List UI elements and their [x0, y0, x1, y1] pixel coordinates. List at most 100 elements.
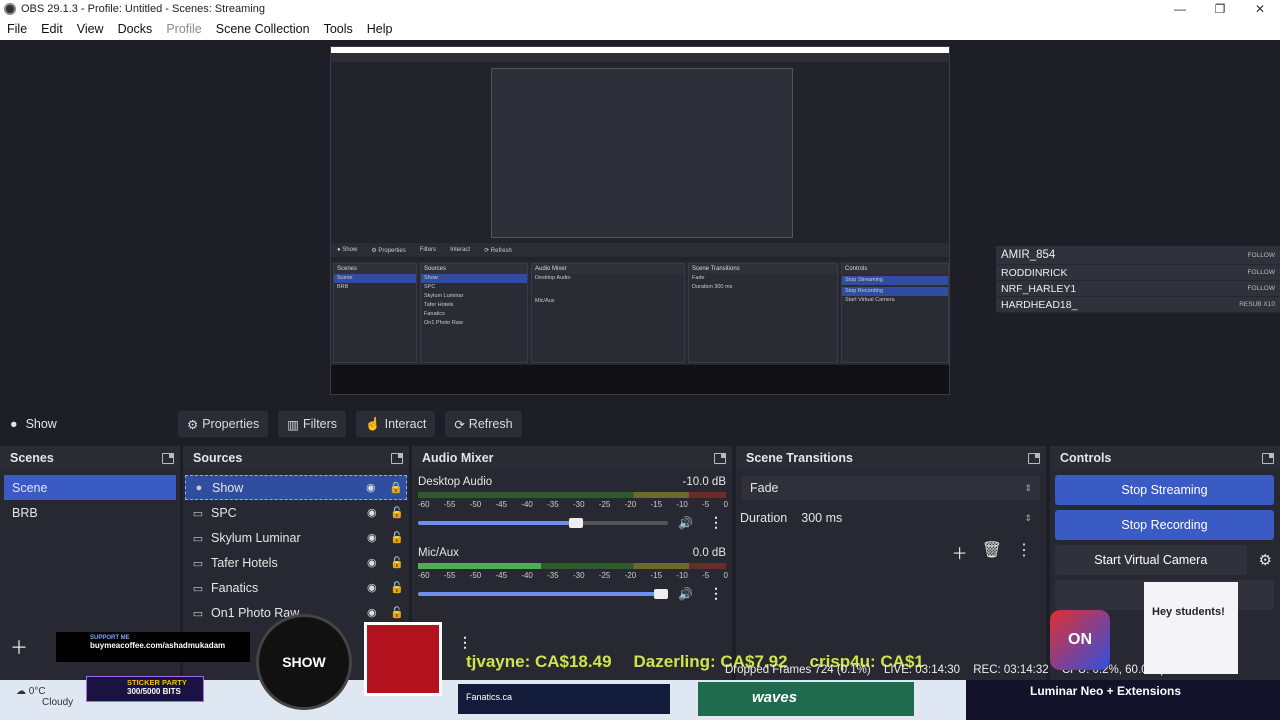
gear-icon[interactable]: ⚙ [1259, 551, 1272, 569]
menu-help[interactable]: Help [360, 22, 400, 36]
transitions-title: Scene Transitions [746, 451, 853, 465]
spin-arrows-icon[interactable]: ⇕ [1024, 513, 1032, 524]
scene-transitions-dock: Scene Transitions Fade ⇕ Duration 300 ms ⇕… [736, 446, 1046, 686]
source-item[interactable]: ▭ SPC ◉ 🔓 [185, 500, 407, 525]
minimize-button[interactable]: — [1160, 2, 1200, 16]
more-options-icon[interactable]: ⋮ [1016, 540, 1032, 564]
stop-recording-button[interactable]: Stop Recording [1055, 510, 1274, 540]
lock-icon[interactable]: 🔓 [390, 556, 404, 569]
source-toolbar: ● Show ⚙ Properties ▥ Filters ☝ Interact ⟳ R… [0, 408, 1280, 440]
menu-profile[interactable]: Profile [159, 22, 208, 36]
luminar-ad: Luminar Neo + Extensions [966, 680, 1280, 720]
more-options-icon[interactable]: ⋮ [458, 634, 472, 651]
speaker-icon[interactable]: 🔊 [678, 516, 693, 530]
volume-meter [418, 563, 726, 569]
menu-docks[interactable]: Docks [111, 22, 160, 36]
nested-canvas [491, 68, 793, 238]
transition-select[interactable]: Fade ⇕ [742, 476, 1040, 500]
scene-item[interactable]: BRB [4, 500, 176, 525]
close-button[interactable]: ✕ [1240, 2, 1280, 16]
channel-db: -10.0 dB [682, 476, 726, 488]
refresh-button[interactable]: ⟳ Refresh [445, 411, 522, 437]
slider-knob[interactable] [654, 588, 668, 599]
support-banner: SUPPORT ME buymeacoffee.com/ashadmukadam [56, 632, 250, 662]
promo-card: Hey students! [1144, 582, 1238, 674]
image-source-icon: ▭ [192, 532, 204, 545]
filters-button[interactable]: ▥ Filters [278, 411, 347, 437]
lock-icon[interactable]: 🔓 [390, 506, 404, 519]
lock-icon[interactable]: 🔓 [390, 581, 404, 594]
menu-file[interactable]: File [0, 22, 34, 36]
volume-meter [418, 492, 726, 498]
volume-slider[interactable] [418, 588, 668, 599]
filter-icon: ▥ [287, 417, 300, 432]
controls-title: Controls [1060, 451, 1112, 465]
stop-streaming-button[interactable]: Stop Streaming [1055, 475, 1274, 505]
sources-title: Sources [193, 451, 243, 465]
add-scene-icon[interactable]: ＋ [10, 634, 28, 660]
image-source-icon: ▭ [192, 582, 204, 595]
visibility-icon[interactable]: ◉ [367, 531, 380, 544]
nested-preview: ● Show ⚙ Properties Filters Interact ⟳ Refre… [330, 46, 950, 395]
visibility-icon[interactable]: ◉ [367, 581, 380, 594]
properties-button[interactable]: ⚙ Properties [178, 411, 269, 437]
slider-knob[interactable] [569, 517, 583, 528]
speaker-icon[interactable]: 🔊 [678, 587, 693, 601]
live-time: LIVE: 03:14:30 [883, 664, 961, 676]
browser-source-icon: ● [195, 481, 203, 494]
menu-scene-collection[interactable]: Scene Collection [209, 22, 317, 36]
more-options-icon[interactable]: ⋮ [709, 585, 723, 602]
menu-bar: File Edit View Docks Profile Scene Colle… [0, 18, 1280, 40]
window-title: OBS 29.1.3 - Profile: Untitled - Scenes:… [21, 3, 265, 15]
source-item[interactable]: ● Show ◉ 🔒 [185, 475, 407, 500]
volume-slider[interactable] [418, 517, 668, 528]
interact-button[interactable]: ☝ Interact [356, 411, 436, 437]
menu-view[interactable]: View [70, 22, 111, 36]
rec-time: REC: 03:14:32 [973, 664, 1049, 676]
spin-arrows-icon: ⇕ [1024, 482, 1032, 493]
lock-icon[interactable]: 🔓 [390, 606, 404, 619]
gear-icon: ⚙ [187, 417, 199, 432]
lock-icon[interactable]: 🔓 [390, 531, 404, 544]
menu-tools[interactable]: Tools [317, 22, 360, 36]
source-type-icon: ● [10, 417, 18, 431]
maximize-button[interactable]: ❐ [1200, 2, 1240, 16]
pointer-icon: ☝ [365, 416, 381, 431]
source-item[interactable]: ▭ Tafer Hotels ◉ 🔓 [185, 550, 407, 575]
menu-edit[interactable]: Edit [34, 22, 70, 36]
current-source-name: Show [25, 417, 57, 431]
source-item[interactable]: ▭ Skylum Luminar ◉ 🔓 [185, 525, 407, 550]
sticker-party-widget: STICKER PARTY 300/5000 BITS [86, 676, 204, 702]
trash-icon[interactable]: 🗑 [982, 540, 1002, 564]
more-options-icon[interactable]: ⋮ [709, 514, 723, 531]
mixer-channel: Mic/Aux 0.0 dB -60 -55 -50 -45 -40 -35 -30 -25 -2… [412, 541, 732, 606]
visibility-icon[interactable]: ◉ [367, 506, 380, 519]
undock-icon[interactable] [162, 452, 174, 464]
undock-icon[interactable] [1028, 452, 1040, 464]
undock-icon[interactable] [1262, 452, 1274, 464]
visibility-icon[interactable]: ◉ [367, 606, 380, 619]
preview-canvas[interactable]: ● Show ⚙ Properties Filters Interact ⟳ Refre… [0, 40, 1280, 400]
meter-scale: -60 -55 -50 -45 -40 -35 -30 -25 -20 -15 -10 -5 0 [418, 571, 728, 580]
mixer-title: Audio Mixer [422, 451, 494, 465]
add-icon[interactable]: ＋ [952, 540, 968, 564]
meter-scale: -60 -55 -50 -45 -40 -35 -30 -25 -20 -15 -10 -5 0 [418, 500, 728, 509]
undock-icon[interactable] [391, 452, 403, 464]
title-bar: OBS 29.1.3 - Profile: Untitled - Scenes:… [0, 0, 1280, 18]
image-source-icon: ▭ [192, 507, 204, 520]
channel-name: Desktop Audio [418, 476, 493, 488]
chat-row: AMIR_854 FOLLOW [996, 246, 1280, 265]
scene-item[interactable]: Scene [4, 475, 176, 500]
source-item[interactable]: ▭ Fanatics ◉ 🔓 [185, 575, 407, 600]
undock-icon[interactable] [714, 452, 726, 464]
image-source-icon: ▭ [192, 557, 204, 570]
lock-icon[interactable]: 🔒 [389, 481, 403, 494]
chat-row: NRF_HARLEY1 FOLLOW [996, 281, 1280, 297]
obs-logo-icon [4, 3, 16, 15]
duration-input[interactable]: 300 ms ⇕ [793, 506, 1040, 530]
duration-label: Duration [740, 511, 788, 525]
visibility-icon[interactable]: ◉ [367, 556, 380, 569]
scenes-title: Scenes [10, 451, 54, 465]
start-virtual-camera-button[interactable]: Start Virtual Camera [1055, 545, 1247, 575]
visibility-icon[interactable]: ◉ [366, 481, 379, 494]
